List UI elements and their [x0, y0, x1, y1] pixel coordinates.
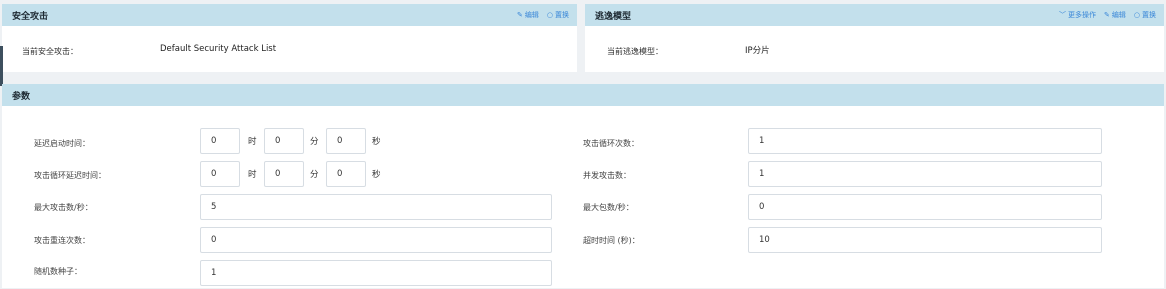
replace-icon: ○ [546, 11, 553, 19]
max-attacks-label: 最大攻击数/秒： [34, 203, 93, 212]
evasion-model-header: 逃逸模型 ﹀ 更多操作 ✎ 编辑 ○ 置换 [585, 4, 1164, 26]
loop-delay-minute-input[interactable]: 0 [264, 161, 304, 187]
security-attack-header: 安全攻击 ✎ 编辑 ○ 置换 [2, 4, 577, 26]
current-security-attack-value: Default Security Attack List [160, 44, 277, 54]
current-security-attack-label: 当前安全攻击： [22, 47, 78, 56]
current-evasion-model-label: 当前逃逸模型： [607, 47, 663, 56]
minute-unit: 分 [310, 170, 319, 180]
loop-count-label: 攻击循环次数： [583, 139, 639, 148]
security-replace-button[interactable]: ○ 置换 [547, 10, 569, 20]
reconnect-count-label: 攻击重连次数： [34, 236, 90, 245]
chevron-down-icon: ﹀ [1059, 11, 1067, 19]
evasion-replace-button[interactable]: ○ 置换 [1134, 10, 1156, 20]
timeout-label: 超时时间 (秒)： [583, 236, 640, 245]
more-actions-button[interactable]: ﹀ 更多操作 [1059, 10, 1096, 20]
second-unit: 秒 [372, 137, 381, 147]
parameters-title: 参数 [12, 91, 31, 102]
loop-count-input[interactable]: 1 [748, 128, 1102, 154]
security-attack-title: 安全攻击 [12, 11, 49, 22]
edit-icon: ✎ [517, 11, 523, 19]
max-packets-label: 最大包数/秒： [583, 203, 634, 212]
evasion-model-panel: 逃逸模型 ﹀ 更多操作 ✎ 编辑 ○ 置换 当前逃逸模型： IP分片 [585, 4, 1164, 72]
concurrent-attacks-label: 并发攻击数： [583, 171, 631, 180]
parameters-panel: 参数 延迟启动时间： 0 时 0 分 0 秒 攻击循环延迟时间： 0 时 0 分… [2, 84, 1164, 288]
loop-delay-label: 攻击循环延迟时间： [34, 171, 106, 180]
loop-delay-hour-input[interactable]: 0 [200, 161, 240, 187]
delay-start-label: 延迟启动时间： [34, 139, 90, 148]
random-seed-label: 随机数种子： [34, 267, 82, 276]
edit-icon: ✎ [1104, 11, 1110, 19]
max-packets-input[interactable]: 0 [748, 194, 1102, 220]
security-attack-panel: 安全攻击 ✎ 编辑 ○ 置换 当前安全攻击： Default Security … [2, 4, 577, 72]
reconnect-count-input[interactable]: 0 [200, 227, 552, 253]
max-attacks-input[interactable]: 5 [200, 194, 552, 220]
minute-unit: 分 [310, 137, 319, 147]
timeout-input[interactable]: 10 [748, 227, 1102, 253]
hour-unit: 时 [248, 170, 257, 180]
evasion-model-title: 逃逸模型 [595, 11, 632, 22]
delay-start-hour-input[interactable]: 0 [200, 128, 240, 154]
delay-start-second-input[interactable]: 0 [326, 128, 366, 154]
evasion-edit-button[interactable]: ✎ 编辑 [1104, 10, 1126, 20]
current-evasion-model-value: IP分片 [745, 46, 770, 56]
second-unit: 秒 [372, 170, 381, 180]
security-edit-button[interactable]: ✎ 编辑 [517, 10, 539, 20]
sidebar-collapse-handle[interactable] [0, 46, 3, 86]
parameters-header: 参数 [2, 84, 1164, 106]
replace-icon: ○ [1133, 11, 1140, 19]
loop-delay-second-input[interactable]: 0 [326, 161, 366, 187]
delay-start-minute-input[interactable]: 0 [264, 128, 304, 154]
hour-unit: 时 [248, 137, 257, 147]
concurrent-attacks-input[interactable]: 1 [748, 161, 1102, 187]
random-seed-input[interactable]: 1 [200, 260, 552, 286]
